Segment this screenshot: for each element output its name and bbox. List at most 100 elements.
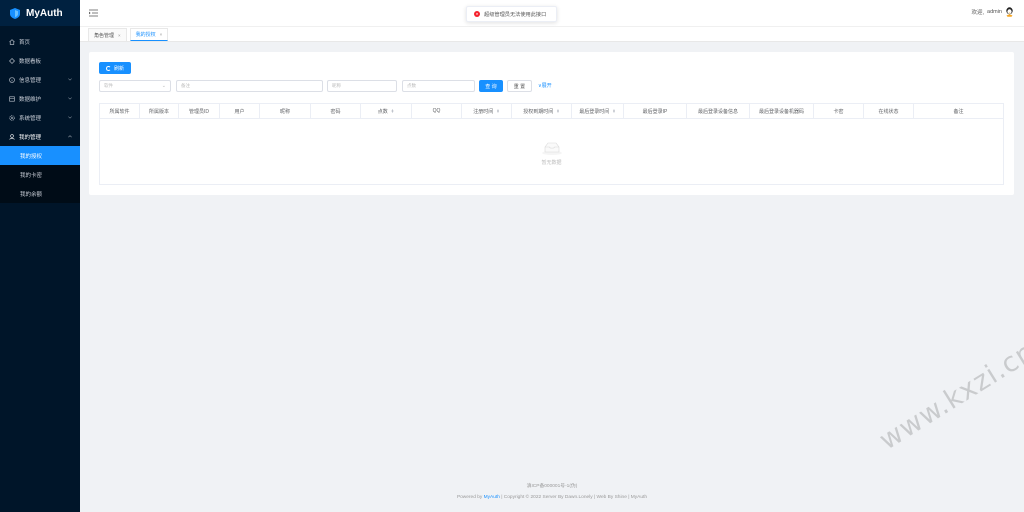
- submenu-my-management: 我的授权 我的卡密 我的余额: [0, 146, 80, 203]
- column-header: 卡密: [814, 104, 864, 118]
- column-header: 备注: [914, 104, 1003, 118]
- software-placeholder: 软件: [104, 83, 113, 88]
- software-select[interactable]: 软件 ⌄: [99, 80, 171, 92]
- chevron-down-icon: [67, 77, 72, 82]
- watermark: www.kxzi.cn: [874, 336, 1024, 457]
- error-icon: ×: [474, 11, 480, 17]
- chevron-down-icon: [67, 96, 72, 101]
- column-label: 最后登录IP: [642, 108, 668, 115]
- column-label: QQ: [432, 108, 441, 114]
- column-header: 管理员ID: [179, 104, 220, 118]
- powered-prefix: Powered by: [456, 495, 484, 500]
- points-input[interactable]: 点数: [402, 80, 475, 92]
- home-icon: [8, 38, 15, 45]
- sidebar-item-database[interactable]: 数据维护: [0, 89, 80, 108]
- sort-icon[interactable]: ▲ ▼: [391, 108, 394, 114]
- refresh-button[interactable]: 刷新: [99, 62, 131, 74]
- column-header-sortable[interactable]: 注册时间 ▲ ▼: [462, 104, 512, 118]
- tab-my-authorization[interactable]: 我的授权 ×: [129, 28, 169, 41]
- powered-suffix: | Copyright © 2022 Server By Dawn.Lonely…: [499, 495, 648, 500]
- logo[interactable]: MyAuth: [0, 0, 80, 26]
- welcome-text: 欢迎,: [971, 10, 985, 16]
- sidebar-subitem-my-cards[interactable]: 我的卡密: [0, 165, 80, 184]
- app-title: MyAuth: [26, 7, 63, 19]
- sidebar-item-label: 系统管理: [19, 115, 42, 122]
- menu-toggle-icon[interactable]: [89, 9, 98, 17]
- info-icon: [8, 76, 15, 83]
- column-label: 管理员ID: [188, 108, 209, 115]
- username: admin: [987, 9, 1002, 15]
- sort-icon[interactable]: ▲ ▼: [556, 108, 559, 114]
- sidebar-item-label: 数据看板: [19, 58, 42, 65]
- column-header: 密码: [311, 104, 361, 118]
- close-icon[interactable]: ×: [118, 33, 121, 38]
- sidebar-subitem-my-balance[interactable]: 我的余额: [0, 184, 80, 203]
- avatar-icon[interactable]: [1005, 7, 1014, 17]
- sidebar-item-label: 我的管理: [19, 134, 42, 141]
- empty-box-icon: [541, 142, 562, 155]
- remark-placeholder: 备注: [181, 83, 190, 88]
- copyright-footer: Powered by MyAuth | Copyright © 2022 Ser…: [80, 495, 1024, 500]
- column-header-sortable[interactable]: 点数 ▲ ▼: [361, 104, 412, 118]
- tab-label: 角色管理: [94, 32, 115, 39]
- empty-state: 暂无数据: [100, 122, 1003, 184]
- error-toast: × 超级管理员无法使用此接口: [466, 6, 557, 22]
- column-header: 昵称: [260, 104, 311, 118]
- column-label: 点数: [377, 108, 388, 115]
- dashboard-icon: [8, 57, 15, 64]
- shield-logo-icon: [10, 7, 20, 19]
- chevron-up-icon: [67, 134, 72, 139]
- nickname-input[interactable]: 昵称: [327, 80, 397, 92]
- column-label: 昵称: [279, 108, 290, 115]
- close-icon[interactable]: ×: [160, 32, 163, 37]
- data-table: 所属软件 所属版本 管理员ID 用户 昵称 密码 点数 ▲ ▼ QQ 注册时间 ▲ ▼ …: [99, 103, 1004, 185]
- toast-message: 超级管理员无法使用此接口: [484, 11, 547, 18]
- column-label: 在线状态: [878, 108, 899, 115]
- sidebar: MyAuth 首页 数据看板 信息管理 数据维护 系统管理 我的管理 我的授权 …: [0, 0, 80, 512]
- tab-label: 我的授权: [135, 32, 156, 38]
- tab-role-management[interactable]: 角色管理 ×: [88, 28, 127, 41]
- column-label: 备注: [953, 108, 964, 115]
- column-header: 所属软件: [100, 104, 140, 118]
- points-placeholder: 点数: [407, 83, 416, 88]
- sidebar-item-label: 数据维护: [19, 96, 42, 103]
- sidebar-item-info[interactable]: 信息管理: [0, 70, 80, 89]
- column-label: 所属版本: [148, 108, 169, 115]
- sort-icon[interactable]: ▲ ▼: [612, 108, 615, 114]
- sort-icon[interactable]: ▲ ▼: [496, 108, 499, 114]
- column-header: 在线状态: [864, 104, 914, 118]
- column-label: 卡密: [833, 108, 844, 115]
- remark-input[interactable]: 备注: [176, 80, 323, 92]
- chevron-down-icon: ⌄: [161, 83, 166, 89]
- refresh-label: 刷新: [113, 65, 124, 72]
- chevron-down-icon: [67, 115, 72, 120]
- column-label: 密码: [330, 108, 341, 115]
- column-header-sortable[interactable]: 授权到期时间 ▲ ▼: [512, 104, 572, 118]
- column-label: 最后登录设备信息: [697, 108, 738, 115]
- nickname-placeholder: 昵称: [332, 83, 341, 88]
- database-icon: [8, 95, 15, 102]
- sidebar-item-label: 首页: [19, 39, 31, 46]
- user-info[interactable]: 欢迎, admin: [971, 7, 1014, 17]
- sidebar-item-my-management[interactable]: 我的管理: [0, 127, 80, 146]
- reset-button[interactable]: 重 置: [507, 80, 532, 92]
- icp-record[interactable]: 滇ICP备000001号-1(伪): [80, 482, 1024, 489]
- column-header: QQ: [412, 104, 462, 118]
- powered-brand-link[interactable]: MyAuth: [484, 495, 500, 500]
- sidebar-subitem-my-authorization[interactable]: 我的授权: [0, 146, 80, 165]
- column-header: 最后登录设备机器码: [750, 104, 814, 118]
- column-header: 所属版本: [140, 104, 179, 118]
- column-label: 最后登录设备机器码: [758, 108, 804, 115]
- sidebar-item-dashboard[interactable]: 数据看板: [0, 51, 80, 70]
- expand-label: 展开: [541, 83, 552, 89]
- search-button[interactable]: 查 询: [479, 80, 503, 92]
- expand-link[interactable]: ∨展开: [538, 82, 552, 89]
- table-header: 所属软件 所属版本 管理员ID 用户 昵称 密码 点数 ▲ ▼ QQ 注册时间 ▲ ▼ …: [100, 104, 1003, 119]
- column-header-sortable[interactable]: 最后登录时间 ▲ ▼: [572, 104, 624, 118]
- user-icon: [8, 133, 15, 140]
- column-header: 最后登录设备信息: [687, 104, 750, 118]
- content-card: 刷新 软件 ⌄ 备注 昵称 点数 查 询 重 置 ∨展开 所属软件 所属版本 管…: [89, 52, 1014, 195]
- column-label: 授权到期时间: [523, 108, 554, 115]
- sidebar-item-home[interactable]: 首页: [0, 32, 80, 51]
- sidebar-item-system[interactable]: 系统管理: [0, 108, 80, 127]
